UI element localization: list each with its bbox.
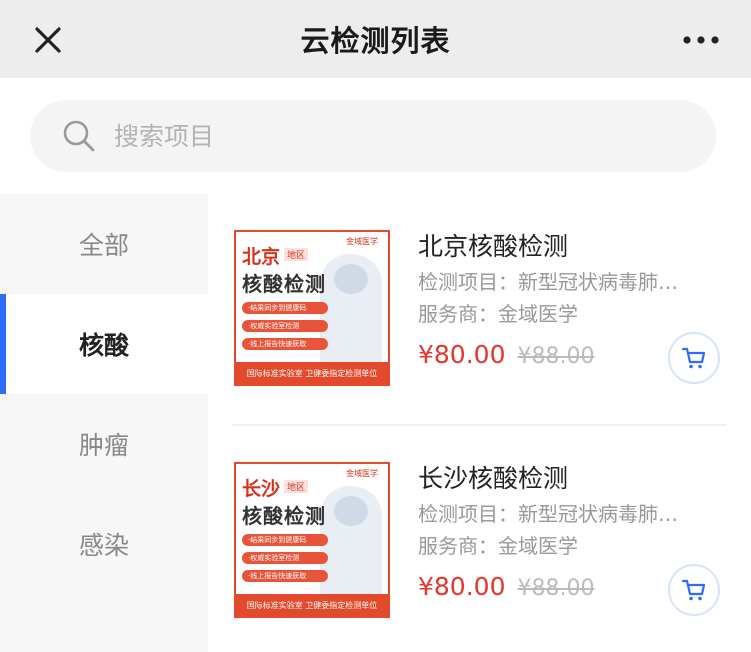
category-sidebar: 全部 核酸 肿瘤 感染 — [0, 194, 208, 652]
thumb-bullet: ·线上报告快速获取 — [242, 338, 328, 350]
product-info: 长沙核酸检测 检测项目：新型冠状病毒肺… 服务商：金域医学 ¥80.00 ¥88… — [418, 460, 718, 601]
sidebar-item-all[interactable]: 全部 — [0, 194, 208, 294]
product-original-price: ¥88.00 — [517, 344, 595, 369]
thumb-band: 国际标准实验室 卫健委指定检测单位 — [236, 362, 388, 384]
close-icon[interactable] — [28, 20, 68, 60]
product-list: 金域医学 北京 地区 核酸检测 ·结果同步到健康码 ·权威实验室检测 ·线上报告… — [208, 194, 751, 652]
more-icon[interactable] — [679, 22, 723, 58]
thumb-bullet: ·结果同步到健康码 — [242, 302, 328, 314]
thumb-bullet: ·权威实验室检测 — [242, 552, 328, 564]
product-info: 北京核酸检测 检测项目：新型冠状病毒肺… 服务商：金域医学 ¥80.00 ¥88… — [418, 228, 718, 369]
protective-suit-figure — [320, 254, 382, 364]
thumb-bullet: ·权威实验室检测 — [242, 320, 328, 332]
add-to-cart-button[interactable] — [668, 564, 720, 616]
thumb-tag: 地区 — [284, 480, 309, 493]
product-thumbnail: 金域医学 北京 地区 核酸检测 ·结果同步到健康码 ·权威实验室检测 ·线上报告… — [234, 230, 390, 386]
search-area — [0, 78, 751, 194]
sidebar-item-infection[interactable]: 感染 — [0, 494, 208, 594]
thumb-city: 长沙 — [242, 478, 281, 500]
thumb-bullet: ·线上报告快速获取 — [242, 570, 328, 582]
product-name[interactable]: 北京核酸检测 — [418, 228, 718, 266]
search-input[interactable] — [114, 121, 674, 151]
add-to-cart-button[interactable] — [668, 332, 720, 384]
thumb-logo: 金域医学 — [346, 237, 378, 246]
divider — [232, 424, 727, 426]
sidebar-item-nucleic-acid[interactable]: 核酸 — [0, 294, 208, 394]
product-price: ¥80.00 — [418, 572, 506, 601]
cart-icon — [681, 347, 706, 369]
thumb-title: 核酸检测 — [242, 272, 326, 296]
product-test-items: 检测项目：新型冠状病毒肺… — [418, 502, 678, 526]
cart-icon — [681, 579, 706, 601]
price-row: ¥80.00 ¥88.00 — [418, 340, 594, 369]
search-bar[interactable] — [30, 100, 716, 172]
price-row: ¥80.00 ¥88.00 — [418, 572, 594, 601]
thumb-city: 北京 — [242, 246, 281, 268]
product-price: ¥80.00 — [418, 340, 506, 369]
product-original-price: ¥88.00 — [517, 576, 595, 601]
thumb-logo: 金域医学 — [346, 469, 378, 478]
product-card[interactable]: 金域医学 北京 地区 核酸检测 ·结果同步到健康码 ·权威实验室检测 ·线上报告… — [232, 228, 732, 418]
thumb-bullet: ·结果同步到健康码 — [242, 534, 328, 546]
product-name[interactable]: 长沙核酸检测 — [418, 460, 718, 498]
product-thumbnail: 金域医学 长沙 地区 核酸检测 ·结果同步到健康码 ·权威实验室检测 ·线上报告… — [234, 462, 390, 618]
product-provider: 服务商：金域医学 — [418, 534, 578, 558]
sidebar-item-tumor[interactable]: 肿瘤 — [0, 394, 208, 494]
product-test-items: 检测项目：新型冠状病毒肺… — [418, 270, 678, 294]
top-bar: 云检测列表 — [0, 0, 751, 78]
thumb-tag: 地区 — [284, 248, 309, 261]
product-card[interactable]: 金域医学 长沙 地区 核酸检测 ·结果同步到健康码 ·权威实验室检测 ·线上报告… — [232, 460, 732, 650]
page-title: 云检测列表 — [300, 24, 451, 58]
thumb-band: 国际标准实验室 卫健委指定检测单位 — [236, 594, 388, 616]
search-icon — [63, 120, 95, 152]
protective-suit-figure — [320, 486, 382, 596]
thumb-title: 核酸检测 — [242, 504, 326, 528]
product-provider: 服务商：金域医学 — [418, 302, 578, 326]
